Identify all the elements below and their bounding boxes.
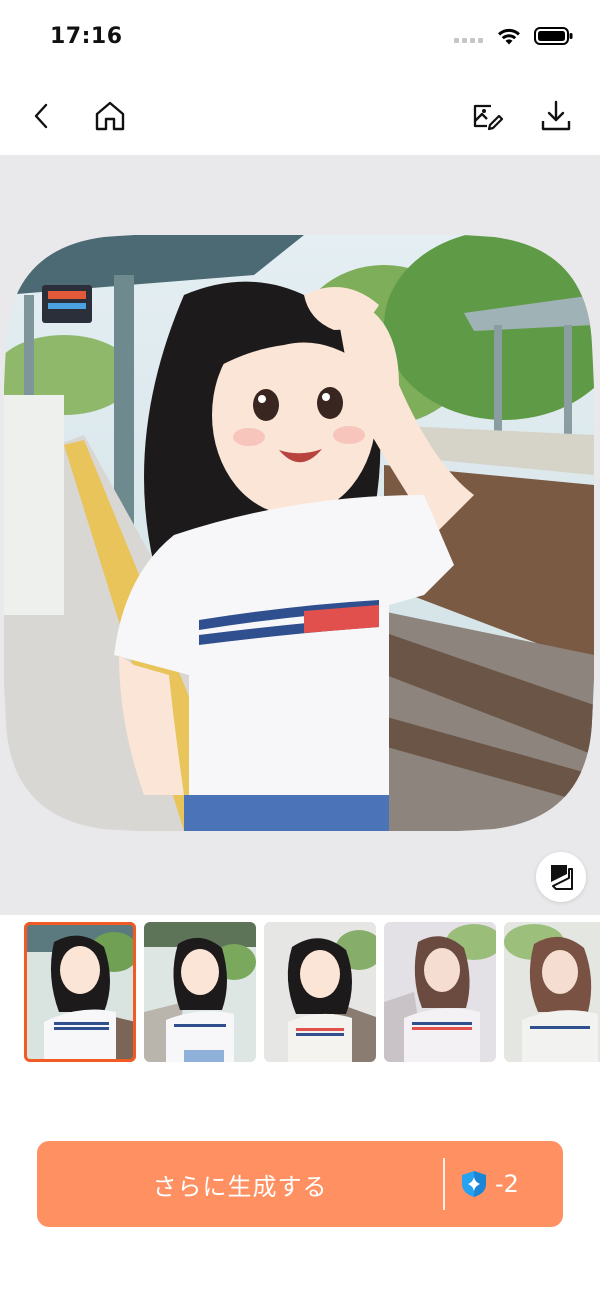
status-time: 17:16 (50, 24, 123, 49)
credit-cost: -2 (461, 1141, 519, 1227)
thumbnail-image (384, 922, 496, 1062)
thumbnail-4[interactable] (384, 922, 496, 1062)
back-button[interactable] (18, 92, 66, 140)
battery-icon (534, 27, 573, 45)
thumbnail-1[interactable] (24, 922, 136, 1062)
edit-image-button[interactable] (464, 92, 512, 140)
thumbnail-2[interactable] (144, 922, 256, 1062)
generate-more-label: さらに生成する (152, 1172, 328, 1201)
button-divider (443, 1158, 445, 1210)
generated-anime-portrait (4, 235, 594, 831)
cellular-signal-icon (454, 38, 483, 43)
wifi-icon (498, 28, 520, 45)
top-navigation-bar (0, 80, 600, 152)
thumbnail-5[interactable] (504, 922, 600, 1062)
generated-image-preview (0, 155, 600, 915)
image-edit-icon (473, 104, 504, 131)
credit-cost-value: -2 (495, 1170, 519, 1198)
shield-sparkle-icon (462, 1171, 486, 1197)
thumbnail-image (504, 922, 600, 1062)
home-button[interactable] (86, 92, 134, 140)
thumbnail-3[interactable] (264, 922, 376, 1062)
result-thumbnails (0, 918, 600, 1066)
chevron-left-icon (34, 103, 48, 129)
thumbnail-image (264, 922, 376, 1062)
download-icon (541, 100, 571, 131)
download-button[interactable] (532, 92, 580, 140)
thumbnail-image (24, 922, 136, 1062)
status-bar: 17:16 (0, 0, 600, 78)
home-icon (95, 101, 125, 131)
status-icons (454, 26, 574, 46)
compare-button[interactable] (536, 852, 586, 902)
compare-icon (551, 865, 573, 890)
generate-more-button[interactable]: さらに生成する -2 (37, 1141, 563, 1227)
thumbnail-image (144, 922, 256, 1062)
